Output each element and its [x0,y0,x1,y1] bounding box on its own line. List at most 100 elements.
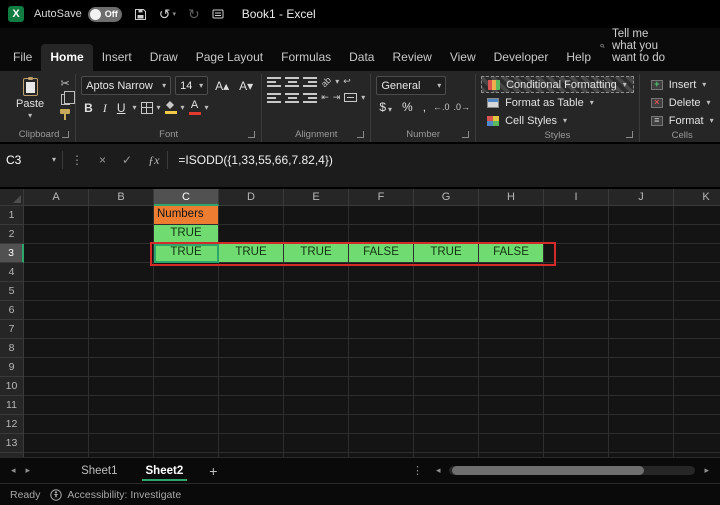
cell-B9[interactable] [89,358,154,377]
cell-styles-button[interactable]: Cell Styles ▾ [481,112,634,129]
cell-I4[interactable] [544,263,609,282]
cell-B4[interactable] [89,263,154,282]
bold-button[interactable]: B [81,101,96,115]
cell-H5[interactable] [479,282,544,301]
dialog-launcher-icon[interactable] [357,131,365,138]
tell-me-search[interactable]: Tell me what you want to do [600,28,670,71]
cell-G14[interactable] [414,453,479,457]
cell-E6[interactable] [284,301,349,320]
row-header-2[interactable]: 2 [0,225,24,244]
cell-C13[interactable] [154,434,219,453]
format-as-table-button[interactable]: Format as Table ▾ [481,94,634,111]
decrease-indent-icon[interactable]: ⇤ [321,92,329,103]
column-header-C[interactable]: C [154,189,219,206]
cell-G6[interactable] [414,301,479,320]
redo-button[interactable]: ↻ [188,7,200,21]
cell-H9[interactable] [479,358,544,377]
row-header-1[interactable]: 1 [0,206,24,225]
cell-F10[interactable] [349,377,414,396]
cell-J14[interactable] [609,453,674,457]
align-middle-icon[interactable] [285,76,300,87]
cell-E1[interactable] [284,206,349,225]
cell-C14[interactable] [154,453,219,457]
tab-draw[interactable]: Draw [141,44,187,71]
cell-D1[interactable] [219,206,284,225]
cell-A8[interactable] [24,339,89,358]
cell-D9[interactable] [219,358,284,377]
cell-J10[interactable] [609,377,674,396]
cell-D13[interactable] [219,434,284,453]
cell-B13[interactable] [89,434,154,453]
cell-A1[interactable] [24,206,89,225]
column-header-F[interactable]: F [349,189,414,206]
excel-app-icon[interactable]: X [8,6,24,22]
cell-J5[interactable] [609,282,674,301]
cell-G11[interactable] [414,396,479,415]
cell-B11[interactable] [89,396,154,415]
cell-J9[interactable] [609,358,674,377]
cell-C4[interactable] [154,263,219,282]
cell-H8[interactable] [479,339,544,358]
column-header-K[interactable]: K [674,189,720,206]
cell-H12[interactable] [479,415,544,434]
cell-I7[interactable] [544,320,609,339]
formula-input[interactable]: =ISODD({1,33,55,66,7.82,4}) [178,153,332,167]
cell-G10[interactable] [414,377,479,396]
comma-style-icon[interactable]: , [420,100,429,114]
increase-indent-icon[interactable]: ⇥ [333,92,341,103]
cell-H10[interactable] [479,377,544,396]
conditional-formatting-button[interactable]: Conditional Formatting ▾ [481,76,634,93]
cell-G5[interactable] [414,282,479,301]
underline-dropdown-icon[interactable]: ▾ [132,103,136,112]
cell-H3[interactable]: FALSE [479,244,544,263]
tab-developer[interactable]: Developer [485,44,558,71]
decrease-font-icon[interactable]: A▾ [236,79,256,93]
cell-A10[interactable] [24,377,89,396]
row-header-3[interactable]: 3 [0,244,24,263]
cell-J6[interactable] [609,301,674,320]
insert-function-icon[interactable]: ƒx [140,154,167,166]
cell-B10[interactable] [89,377,154,396]
font-name-combo[interactable]: Aptos Narrow ▾ [81,76,172,95]
cell-G3[interactable]: TRUE [414,244,479,263]
paste-button[interactable]: Paste ▾ [8,76,52,120]
cell-F3[interactable]: FALSE [349,244,414,263]
cell-H4[interactable] [479,263,544,282]
sheet-tab-sheet1[interactable]: Sheet1 [67,458,131,483]
cell-F2[interactable] [349,225,414,244]
fill-color-dropdown-icon[interactable]: ▾ [181,103,185,112]
tab-insert[interactable]: Insert [93,44,141,71]
cell-C8[interactable] [154,339,219,358]
cell-G1[interactable] [414,206,479,225]
column-header-J[interactable]: J [609,189,674,206]
cell-C5[interactable] [154,282,219,301]
cell-H2[interactable] [479,225,544,244]
align-left-icon[interactable] [267,92,282,103]
cell-E8[interactable] [284,339,349,358]
font-size-combo[interactable]: 14 ▾ [175,76,209,95]
horizontal-scrollbar[interactable] [449,466,696,475]
cell-C2[interactable]: TRUE [154,225,219,244]
cell-I12[interactable] [544,415,609,434]
column-header-H[interactable]: H [479,189,544,206]
cell-I3[interactable] [544,244,609,263]
cell-B3[interactable] [89,244,154,263]
cell-I2[interactable] [544,225,609,244]
number-format-combo[interactable]: General ▾ [376,76,447,95]
row-header-14[interactable]: 14 [0,453,24,457]
cell-C9[interactable] [154,358,219,377]
cell-D4[interactable] [219,263,284,282]
cell-E7[interactable] [284,320,349,339]
cell-D6[interactable] [219,301,284,320]
borders-dropdown-icon[interactable]: ▾ [157,103,161,112]
cell-K6[interactable] [674,301,720,320]
name-box-dropdown-icon[interactable]: ▾ [52,156,56,164]
undo-button[interactable]: ↺ ▾ [159,7,176,21]
row-header-5[interactable]: 5 [0,282,24,301]
cell-D12[interactable] [219,415,284,434]
cell-B12[interactable] [89,415,154,434]
cell-A14[interactable] [24,453,89,457]
cell-F5[interactable] [349,282,414,301]
cell-E12[interactable] [284,415,349,434]
cell-K9[interactable] [674,358,720,377]
